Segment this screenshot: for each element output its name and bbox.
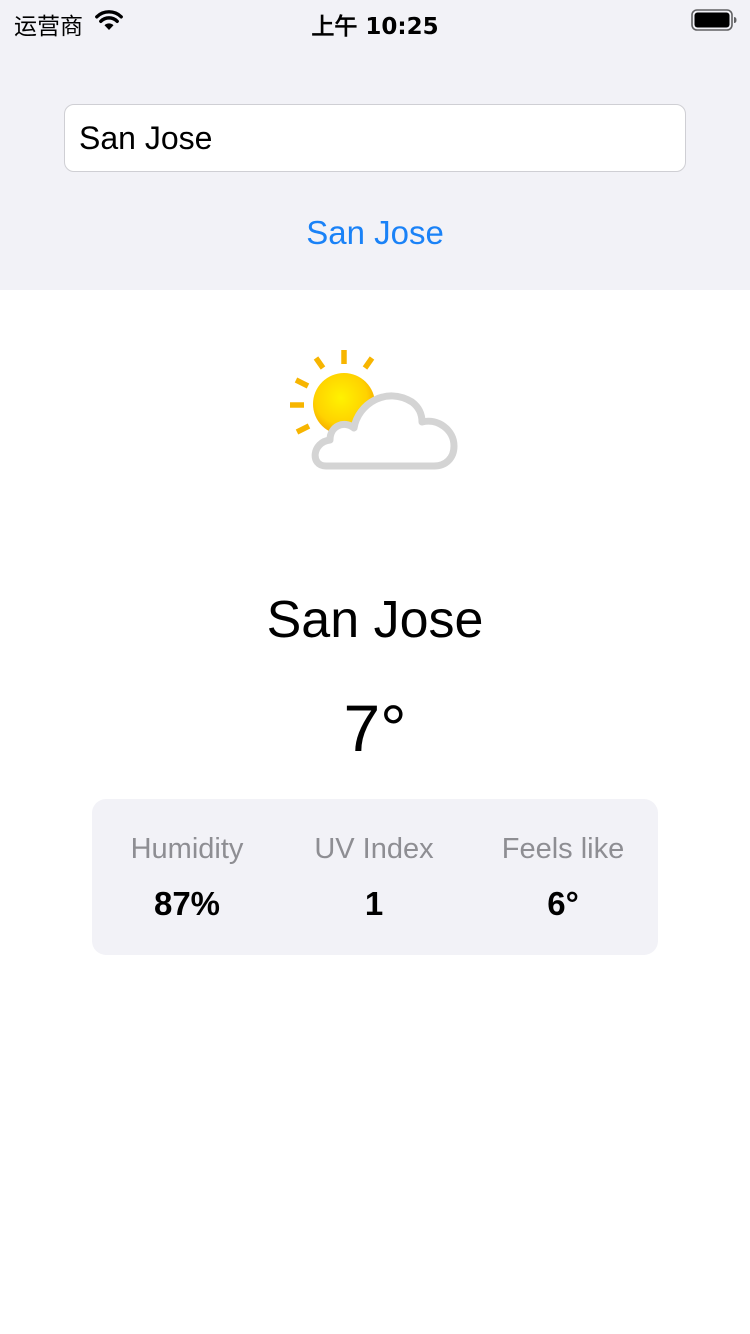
city-suggestion-link[interactable]: San Jose [0, 214, 750, 252]
city-name: San Jose [266, 591, 484, 649]
humidity-label: Humidity [130, 833, 244, 865]
uv-index-stat: UV Index 1 [279, 799, 469, 955]
city-search-input[interactable] [64, 104, 686, 172]
partly-cloudy-icon [290, 350, 458, 470]
status-time: 上午 10:25 [311, 14, 439, 40]
weather-stats-card: Humidity 87% UV Index 1 Feels like 6° [92, 799, 658, 955]
feels-like-label: Feels like [501, 833, 625, 865]
humidity-stat: Humidity 87% [92, 799, 282, 955]
current-temperature: 7° [343, 691, 407, 765]
uv-index-value: 1 [364, 885, 384, 922]
feels-like-value: 6° [547, 885, 579, 922]
uv-index-label: UV Index [314, 833, 434, 865]
battery-icon [691, 9, 737, 31]
status-bar: 运营商 上午 10:25 [0, 0, 750, 40]
humidity-value: 87% [153, 885, 221, 922]
feels-like-stat: Feels like 6° [468, 799, 658, 955]
